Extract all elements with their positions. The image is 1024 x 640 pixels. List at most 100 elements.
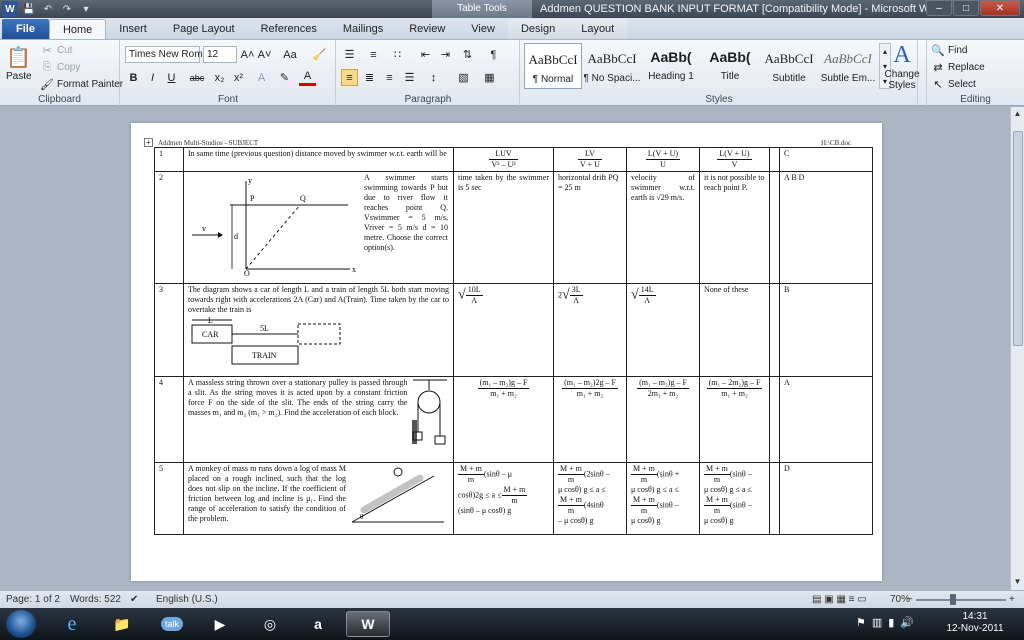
- copy-button[interactable]: ⎘ Copy: [40, 60, 81, 74]
- style-no-spacing[interactable]: AaBbCcI ¶ No Spaci...: [583, 43, 641, 89]
- italic-button[interactable]: I: [144, 69, 161, 86]
- change-styles-button[interactable]: A Change Styles: [882, 42, 922, 91]
- sort-icon[interactable]: ⇅: [459, 46, 476, 63]
- zoom-slider[interactable]: [916, 599, 1006, 601]
- grow-font-button[interactable]: A˄: [239, 46, 256, 63]
- tab-design[interactable]: Design: [507, 19, 569, 39]
- chrome-icon[interactable]: ◎: [248, 611, 292, 637]
- tab-page-layout[interactable]: Page Layout: [160, 19, 248, 39]
- fraction-denominator: V: [731, 160, 738, 169]
- language-indicator[interactable]: English (U.S.): [156, 594, 218, 605]
- answer-cell: B: [779, 283, 873, 377]
- vertical-scrollbar[interactable]: ▲ ▼: [1010, 107, 1024, 590]
- style-subtle-emphasis[interactable]: AaBbCcI Subtle Em...: [819, 43, 877, 89]
- power-icon[interactable]: ▮: [888, 616, 894, 629]
- question-text: A massless string thrown over a stationa…: [188, 378, 408, 417]
- line-spacing-icon[interactable]: ↕: [425, 69, 442, 86]
- select-button[interactable]: ↖ Select: [931, 77, 975, 91]
- align-left-icon[interactable]: ≡: [341, 69, 358, 86]
- tab-review[interactable]: Review: [396, 19, 458, 39]
- microsoft-word-taskbar-icon[interactable]: W: [346, 611, 390, 637]
- increase-indent-icon[interactable]: ⇥: [437, 46, 454, 63]
- bullets-icon[interactable]: ☰: [341, 46, 358, 63]
- scroll-up-icon[interactable]: ▲: [1011, 109, 1024, 119]
- close-button[interactable]: ✕: [980, 0, 1020, 16]
- find-button[interactable]: 🔍 Find: [931, 43, 967, 57]
- undo-icon[interactable]: ↶: [40, 1, 56, 17]
- superscript-button[interactable]: x²: [230, 69, 247, 86]
- zoom-slider-knob[interactable]: [950, 594, 956, 605]
- network-icon[interactable]: ▥: [872, 616, 882, 629]
- word-app-icon[interactable]: W: [2, 1, 18, 17]
- bold-button[interactable]: B: [125, 69, 142, 86]
- avast-icon[interactable]: a: [296, 611, 340, 637]
- internet-explorer-icon[interactable]: e: [50, 611, 94, 637]
- tab-file[interactable]: File: [2, 19, 49, 39]
- label-l: L: [208, 316, 213, 325]
- replace-button[interactable]: ⇄ Replace: [931, 60, 984, 74]
- redo-icon[interactable]: ↷: [59, 1, 75, 17]
- status-bar: Page: 1 of 2 Words: 522 ✔ English (U.S.)…: [0, 590, 1024, 608]
- question-table[interactable]: 1 In same time (previous question) dista…: [154, 147, 873, 535]
- zoom-out-button[interactable]: −: [907, 594, 913, 605]
- tab-home[interactable]: Home: [48, 19, 107, 39]
- restore-button[interactable]: □: [953, 0, 979, 16]
- volume-icon[interactable]: 🔊: [900, 616, 914, 629]
- subscript-button[interactable]: x₂: [211, 69, 228, 86]
- clear-formatting-icon[interactable]: 🧹: [311, 46, 328, 63]
- tab-insert[interactable]: Insert: [106, 19, 160, 39]
- zoom-in-button[interactable]: +: [1009, 594, 1015, 605]
- media-player-icon[interactable]: ▶: [198, 611, 242, 637]
- style-subtitle[interactable]: AaBbCcI Subtitle: [760, 43, 818, 89]
- decrease-indent-icon[interactable]: ⇤: [417, 46, 434, 63]
- align-right-icon[interactable]: ≡: [381, 69, 398, 86]
- scroll-down-icon[interactable]: ▼: [1011, 577, 1024, 587]
- multilevel-list-icon[interactable]: ∷: [389, 46, 406, 63]
- tab-view[interactable]: View: [458, 19, 508, 39]
- start-button[interactable]: [6, 610, 36, 638]
- style-sample: AaBbCcI: [587, 51, 637, 66]
- font-group: Times New Rom 12 A˄ A˅ Aa 🧹 B I U abc x₂…: [121, 40, 336, 106]
- font-family-select[interactable]: Times New Rom: [125, 46, 203, 63]
- strikethrough-button[interactable]: abc: [186, 69, 208, 86]
- clipboard-group-label: Clipboard: [38, 94, 81, 105]
- align-center-icon[interactable]: ≣: [361, 69, 378, 86]
- minimize-button[interactable]: –: [926, 0, 952, 16]
- tab-references[interactable]: References: [248, 19, 330, 39]
- word-count[interactable]: Words: 522: [70, 594, 121, 605]
- tab-mailings[interactable]: Mailings: [330, 19, 396, 39]
- font-color-icon[interactable]: A: [299, 69, 316, 86]
- show-formatting-button[interactable]: ¶: [485, 46, 502, 63]
- scroll-thumb[interactable]: [1013, 131, 1023, 346]
- clock[interactable]: 14:31 12-Nov-2011: [944, 611, 1006, 635]
- proofing-icon[interactable]: ✔: [130, 594, 138, 605]
- label-p: P: [250, 194, 255, 203]
- borders-icon[interactable]: ▦: [481, 69, 498, 86]
- windows-explorer-icon[interactable]: 📁: [100, 611, 144, 637]
- google-talk-icon[interactable]: talk: [150, 611, 194, 637]
- text-effects-icon[interactable]: A: [253, 69, 270, 86]
- format-painter-button[interactable]: 🖌 Format Painter: [40, 77, 123, 91]
- shrink-font-button[interactable]: A˅: [256, 46, 273, 63]
- paste-button[interactable]: 📋 Paste: [6, 44, 32, 83]
- page-count[interactable]: Page: 1 of 2: [6, 594, 60, 605]
- style-heading-1[interactable]: AaBb( Heading 1: [642, 43, 700, 89]
- clock-time: 14:31: [962, 611, 988, 622]
- change-case-button[interactable]: Aa: [278, 46, 302, 63]
- style-title[interactable]: AaBb( Title: [701, 43, 759, 89]
- underline-button[interactable]: U: [163, 69, 180, 86]
- numbering-icon[interactable]: ≡: [365, 46, 382, 63]
- view-buttons[interactable]: ▤ ▣ ▦ ≡ ▭: [812, 594, 867, 605]
- style-normal[interactable]: AaBbCcI ¶ Normal: [524, 43, 582, 89]
- spacer-cell: [769, 283, 780, 377]
- justify-icon[interactable]: ☰: [401, 69, 418, 86]
- customize-icon[interactable]: ▾: [78, 1, 94, 17]
- flag-icon[interactable]: ⚑: [856, 616, 866, 629]
- save-icon[interactable]: 💾: [21, 1, 37, 17]
- font-size-select[interactable]: 12: [203, 46, 237, 63]
- tab-layout[interactable]: Layout: [568, 19, 628, 39]
- shading-icon[interactable]: ▧: [455, 69, 472, 86]
- highlight-icon[interactable]: ✎: [276, 69, 293, 86]
- table-move-handle[interactable]: +: [144, 138, 153, 147]
- cut-button[interactable]: ✂ Cut: [40, 43, 72, 57]
